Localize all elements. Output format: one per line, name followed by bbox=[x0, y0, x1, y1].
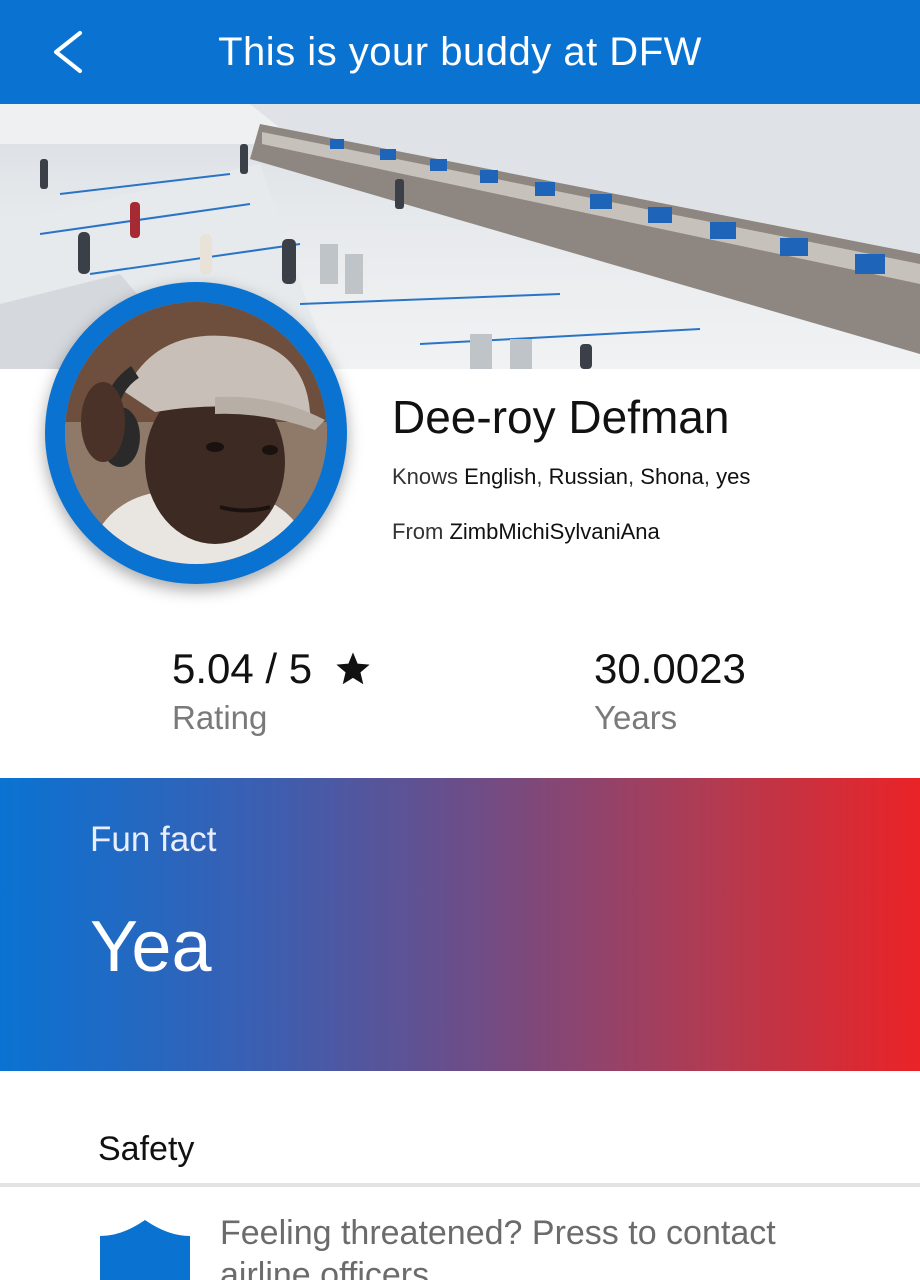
avatar bbox=[65, 302, 327, 564]
back-button[interactable] bbox=[44, 26, 92, 78]
contact-officers-button[interactable]: Feeling threatened? Press to contact air… bbox=[220, 1212, 860, 1280]
language-item: English bbox=[464, 464, 537, 489]
language-item: yes bbox=[716, 464, 751, 489]
app-header: This is your buddy at DFW bbox=[0, 0, 920, 104]
section-divider bbox=[0, 1183, 920, 1187]
origin-line: From ZimbMichiSylvaniAna bbox=[392, 519, 660, 545]
buddy-name: Dee-roy Defman bbox=[392, 391, 730, 443]
chevron-left-icon bbox=[54, 31, 82, 73]
knows-label: Knows bbox=[392, 464, 459, 489]
shield-icon[interactable] bbox=[98, 1218, 192, 1280]
years-value: 30.0023 bbox=[594, 645, 746, 692]
fun-fact-card: Fun fact Yea bbox=[0, 778, 920, 1071]
years-stat: 30.0023 Years bbox=[594, 645, 746, 737]
avatar-ring bbox=[45, 282, 347, 584]
rating-stat: 5.04 / 5 Rating bbox=[172, 645, 372, 737]
star-icon bbox=[336, 652, 370, 685]
page-title: This is your buddy at DFW bbox=[218, 29, 702, 74]
rating-value: 5.04 / 5 bbox=[172, 645, 313, 692]
fun-fact-label: Fun fact bbox=[90, 820, 217, 859]
languages-line: Knows English, Russian, Shona, yes bbox=[392, 464, 751, 489]
fun-fact-value: Yea bbox=[90, 907, 212, 987]
language-item: Shona bbox=[640, 464, 704, 489]
rating-label: Rating bbox=[172, 699, 268, 736]
years-label: Years bbox=[594, 699, 678, 736]
from-label: From bbox=[392, 519, 444, 544]
language-item: Russian bbox=[548, 464, 629, 489]
from-value: ZimbMichiSylvaniAna bbox=[449, 519, 660, 544]
safety-section-title: Safety bbox=[98, 1130, 195, 1168]
